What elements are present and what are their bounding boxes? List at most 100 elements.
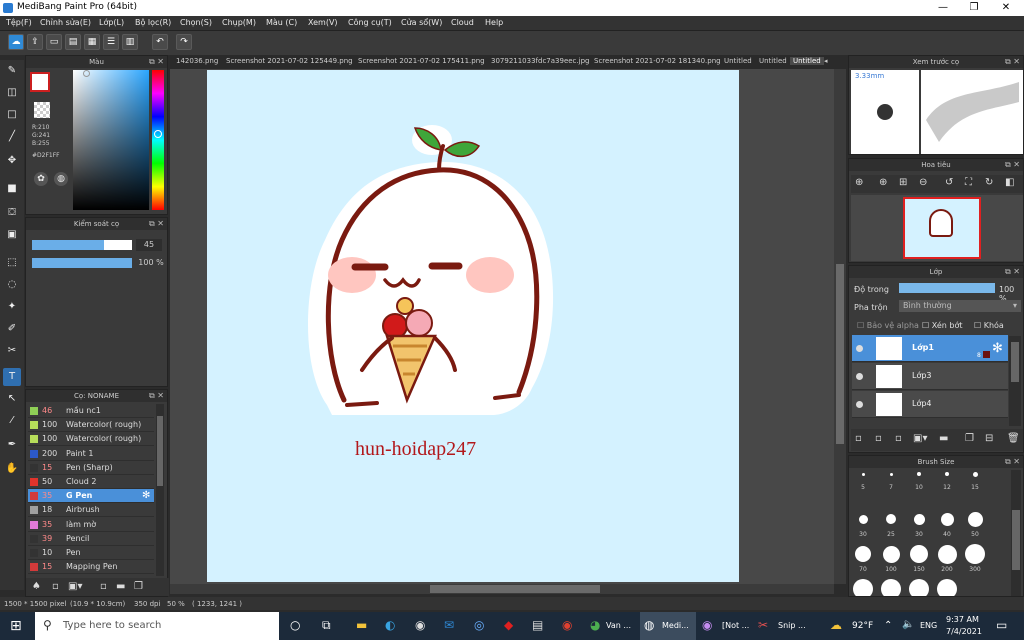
brush-size-option[interactable]: 100 — [877, 538, 905, 573]
panel-close-icon[interactable]: ⧉ ✕ — [1005, 56, 1020, 68]
brush-opacity-slider[interactable] — [32, 258, 132, 268]
layer-item[interactable]: Lớp4 — [852, 391, 1008, 418]
menu-filter[interactable]: Bộ lọc(R) — [135, 18, 171, 27]
new-halftone-layer-icon[interactable]: ▫ — [875, 433, 882, 444]
panel-close-icon[interactable]: ⧉ ✕ — [149, 218, 164, 230]
menu-capture[interactable]: Chụp(M) — [222, 18, 256, 27]
weather-temp[interactable]: 92°F — [852, 621, 873, 631]
brush-size-option[interactable]: 10 — [905, 468, 933, 503]
taskbar-app[interactable]: ◉ [Not ... — [700, 612, 752, 640]
menu-view[interactable]: Xem(V) — [308, 18, 338, 27]
maximize-button[interactable]: ❐ — [958, 0, 990, 16]
layer-item[interactable]: Lớp3 — [852, 363, 1008, 390]
move-tool-icon[interactable]: ✥ — [3, 152, 21, 170]
zoom-in-icon[interactable]: ⊕ — [879, 177, 887, 188]
foreground-color-swatch[interactable] — [30, 72, 50, 92]
duplicate-layer-icon[interactable]: ❐ — [965, 433, 974, 444]
menu-layer[interactable]: Lớp(L) — [99, 18, 124, 27]
panel-close-icon[interactable]: ⧉ ✕ — [1005, 159, 1020, 171]
menu-tools[interactable]: Công cụ(T) — [348, 18, 392, 27]
notification-icon[interactable]: ▭ — [996, 618, 1007, 632]
hand-tool-icon[interactable]: ✋ — [3, 460, 21, 478]
duplicate-icon[interactable]: ❐ — [134, 581, 143, 592]
drawing-canvas[interactable]: hun-hoidap247 — [207, 70, 739, 582]
brush-list-item[interactable]: 18 Airbrush — [28, 503, 154, 518]
brush-size-option[interactable]: 15 — [961, 468, 989, 503]
tab-document[interactable]: Screenshot 2021-07-02 181340.png — [594, 57, 721, 65]
mail-icon[interactable]: ✉ — [444, 618, 454, 632]
canvas-vertical-scrollbar[interactable] — [834, 69, 846, 584]
clock-time[interactable]: 9:37 AM — [946, 615, 979, 624]
taskbar-app[interactable]: ✂ Snip ... — [756, 612, 810, 640]
app-icon[interactable]: ◆ — [504, 618, 513, 632]
copy-brush-icon[interactable]: ▫ — [100, 581, 107, 592]
layer-opacity-slider[interactable] — [899, 283, 995, 293]
brush-size-option[interactable]: 400 — [849, 573, 877, 596]
brush-list-scrollbar[interactable] — [156, 404, 164, 576]
tab-document[interactable]: Screenshot 2021-07-02 125449.png — [226, 57, 353, 65]
brush-opacity-value[interactable]: 100 % — [136, 257, 166, 269]
message-icon[interactable]: ▤ — [65, 34, 81, 50]
brush-size-option[interactable]: 1000 — [933, 573, 961, 596]
protect-alpha-checkbox[interactable]: ☐ Bảo vệ alpha — [857, 321, 919, 330]
brush-size-option[interactable]: 25 — [877, 503, 905, 538]
color-picker-icon[interactable]: ◍ — [54, 172, 68, 186]
page-icon[interactable]: ▦ — [84, 34, 100, 50]
task-view-icon[interactable]: ⧉ — [322, 618, 331, 633]
bucket-tool-icon[interactable]: ⛋ — [3, 204, 21, 222]
fullscreen-icon[interactable]: ⛶ — [965, 177, 972, 188]
blend-mode-select[interactable]: Bình thường ▾ — [899, 300, 1021, 312]
brush-list-item[interactable]: 15 Pen (Sharp) — [28, 461, 154, 475]
menu-color[interactable]: Màu (C) — [266, 18, 297, 27]
brush-size-option[interactable]: 30 — [905, 503, 933, 538]
file-explorer-icon[interactable]: ▬ — [356, 618, 367, 632]
select-eraser-icon[interactable]: ✂ — [3, 342, 21, 360]
grid-icon[interactable]: ▥ — [122, 34, 138, 50]
brush-list-item[interactable]: 50 Cloud 2 — [28, 475, 154, 489]
brush-size-slider[interactable] — [32, 240, 132, 250]
windows-start-icon[interactable]: ⊞ — [10, 618, 22, 634]
eye-icon[interactable] — [856, 345, 863, 352]
panel-close-icon[interactable]: ⧉ ✕ — [1005, 266, 1020, 278]
taskbar-search-box[interactable]: ⚲ Type here to search — [35, 612, 279, 640]
cloud-icon[interactable]: ☁ — [8, 34, 24, 50]
menu-cloud[interactable]: Cloud — [451, 18, 474, 27]
menu-select[interactable]: Chọn(S) — [180, 18, 212, 27]
taskbar-app-active[interactable]: ◍ Medi... — [640, 612, 696, 640]
magic-wand-icon[interactable]: ✦ — [3, 298, 21, 316]
rotate-left-icon[interactable]: ↺ — [945, 177, 953, 188]
sv-cursor[interactable] — [83, 70, 90, 77]
brush-list-item[interactable]: 15 Mapping Pen — [28, 560, 154, 575]
shape-tool-icon[interactable]: □ — [3, 106, 21, 124]
tab-document-active[interactable]: Untitled — [790, 57, 824, 65]
undo-icon[interactable]: ↶ — [152, 34, 168, 50]
panel-close-icon[interactable]: ⧉ ✕ — [149, 390, 164, 402]
brush-size-option[interactable]: 200 — [933, 538, 961, 573]
brush-list-item[interactable]: 100 Watercolor( rough) — [28, 418, 154, 433]
new-brush-icon[interactable]: ▫ — [52, 581, 59, 592]
eraser-tool-icon[interactable]: ◫ — [3, 84, 21, 102]
menu-edit[interactable]: Chỉnh sửa(E) — [40, 18, 91, 27]
lasso-tool-icon[interactable]: ◌ — [3, 276, 21, 294]
tab-document[interactable]: 3079211033fdc7a39eec.jpg — [491, 57, 589, 65]
brush-list-item[interactable]: 46 mầu nc1 — [28, 404, 154, 418]
brush-size-scrollbar[interactable] — [1011, 470, 1021, 596]
canvas-horizontal-scrollbar[interactable] — [170, 584, 834, 594]
tab-document[interactable]: Untitled — [724, 57, 752, 65]
layer-menu-icon[interactable]: ▣▾ — [913, 433, 927, 444]
brush-tool-icon[interactable]: ✎ — [3, 62, 21, 80]
panel-close-icon[interactable]: ⧉ ✕ — [149, 56, 164, 68]
navigator-viewport[interactable] — [903, 197, 981, 259]
hue-cursor[interactable] — [154, 130, 162, 138]
brush-size-option[interactable]: 12 — [933, 468, 961, 503]
brush-size-option[interactable]: 500 — [877, 573, 905, 596]
brush-size-option[interactable]: 50 — [961, 503, 989, 538]
brush-size-option[interactable]: 300 — [961, 538, 989, 573]
app-icon[interactable]: ◉ — [562, 618, 572, 632]
select-rect-icon[interactable]: ⬚ — [3, 254, 21, 272]
upload-icon[interactable]: ⇪ — [27, 34, 43, 50]
fit-icon[interactable]: ⊞ — [899, 177, 907, 188]
zoom-in-icon[interactable]: ⊕ — [855, 177, 863, 188]
folder-icon[interactable]: ▬ — [116, 581, 125, 592]
text-tool-icon[interactable]: T — [3, 368, 21, 386]
